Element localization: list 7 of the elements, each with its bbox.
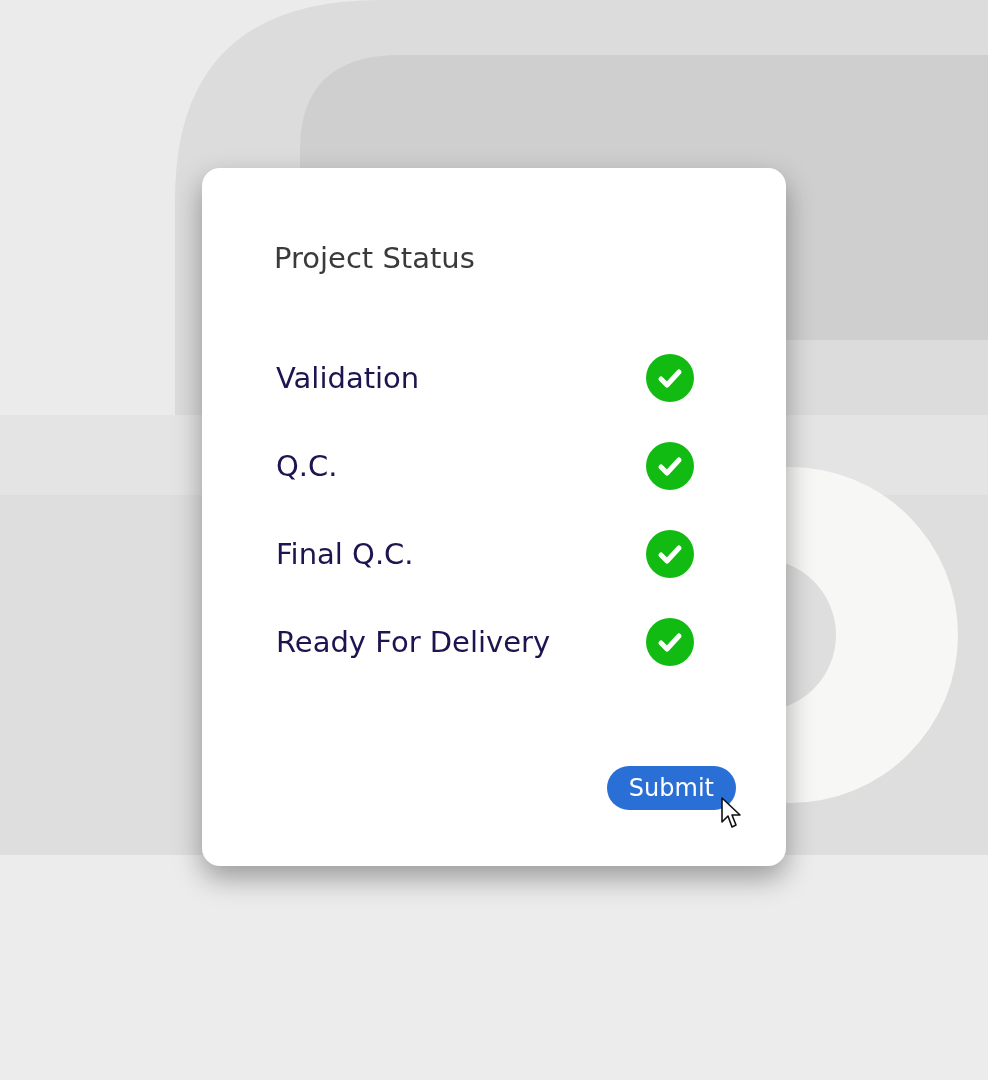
step-label: Validation [276,361,420,395]
step-label: Q.C. [276,449,338,483]
card-title: Project Status [274,240,476,277]
step-label: Ready For Delivery [276,625,551,659]
submit-button[interactable]: Submit [606,766,736,810]
step-label: Final Q.C. [276,537,414,571]
cursor-icon [720,796,742,830]
